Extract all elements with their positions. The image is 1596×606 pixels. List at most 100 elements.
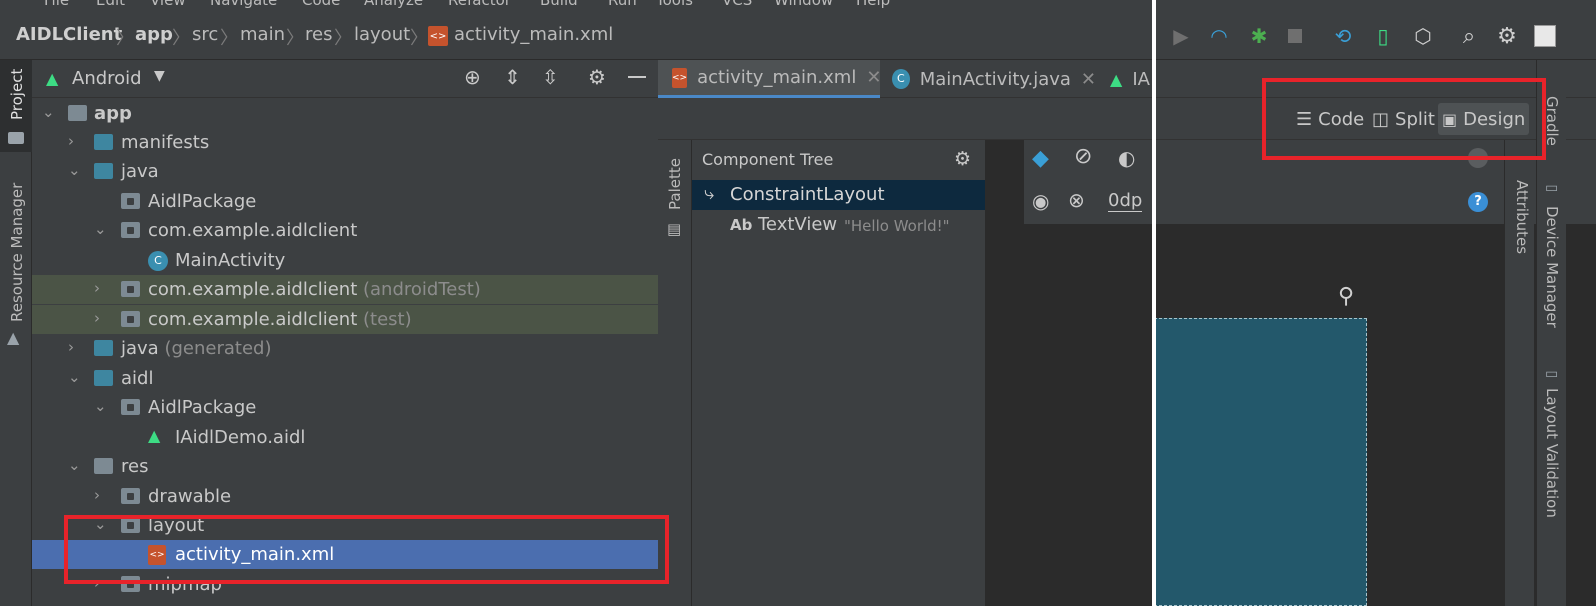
chevron-right-icon[interactable]: › [94, 279, 100, 297]
device-manager-tab[interactable]: Device Manager [1543, 206, 1561, 328]
chevron-down-icon[interactable]: ⌄ [68, 368, 81, 386]
settings-gear-icon[interactable]: ⚙ [954, 148, 971, 170]
breadcrumb-main[interactable]: main [240, 24, 285, 45]
profiler-icon[interactable]: ◠ [1206, 24, 1232, 48]
menu-build[interactable]: Build [540, 0, 578, 9]
chevron-down-icon[interactable]: ⌄ [68, 161, 81, 179]
tree-row-drawable[interactable]: › drawable [32, 482, 658, 511]
tree-label: IAidlDemo.aidl [175, 427, 306, 448]
collapse-all-icon[interactable]: ⇳ [542, 65, 559, 89]
tree-row-package-test[interactable]: › com.example.aidlclient (test) [32, 305, 658, 334]
menu-file[interactable]: File [44, 0, 69, 9]
layout-preview-screen[interactable] [1154, 318, 1367, 606]
constraint-layout-icon: ⤷ [704, 183, 715, 204]
tree-item-constraintlayout[interactable]: ⤷ ConstraintLayout [692, 180, 985, 210]
eye-icon[interactable]: ◉ [1032, 189, 1049, 213]
attributes-tab[interactable]: Attributes [1513, 180, 1531, 254]
night-mode-icon[interactable]: ◐ [1118, 146, 1135, 170]
resource-manager-tab[interactable]: Resource Manager [8, 183, 26, 322]
magnet-off-icon[interactable]: ⊗ [1068, 188, 1085, 212]
account-avatar-icon[interactable] [1532, 24, 1558, 48]
chevron-right-icon: 〉 [286, 28, 304, 49]
layout-validation-icon: ▭ [1545, 366, 1559, 382]
breadcrumb-res[interactable]: res [305, 24, 332, 45]
tree-label: com.example.aidlclient (test) [148, 309, 412, 330]
resource-folder-icon [94, 458, 113, 474]
tree-row-app[interactable]: ⌄ app [32, 99, 658, 128]
orientation-icon[interactable]: ⊘ [1074, 144, 1092, 169]
locate-target-icon[interactable]: ⊕ [464, 65, 481, 89]
tree-row-aidl-package[interactable]: ⌄ AidlPackage [32, 393, 658, 422]
menu-window[interactable]: Window [774, 0, 833, 9]
breadcrumb-app[interactable]: app [135, 24, 173, 45]
chevron-right-icon[interactable]: › [94, 309, 100, 327]
settings-gear-icon[interactable]: ⚙ [1494, 24, 1520, 49]
chevron-down-icon[interactable]: ⌄ [94, 397, 107, 415]
tree-row-aidlpackage[interactable]: AidlPackage [32, 187, 658, 216]
tree-row-java-generated[interactable]: › java (generated) [32, 334, 658, 363]
sync-gradle-icon[interactable]: ⟲ [1330, 24, 1356, 48]
tree-row-res[interactable]: ⌄ res [32, 452, 658, 481]
textview-icon: Ab [730, 216, 753, 234]
tab-label: IA [1132, 68, 1150, 90]
tab-activity-main-xml[interactable]: <> activity_main.xml ✕ [658, 60, 881, 98]
help-icon[interactable]: ? [1468, 192, 1488, 212]
menu-view[interactable]: View [150, 0, 186, 9]
tree-item-textview[interactable]: Ab TextView "Hello World!" [692, 210, 985, 240]
stop-icon[interactable] [1282, 24, 1308, 48]
avd-manager-icon[interactable]: ▯ [1370, 24, 1396, 48]
menu-help[interactable]: Help [856, 0, 890, 9]
tab-iaidldemo[interactable]: ▲ IA [1098, 60, 1158, 98]
chevron-down-icon[interactable]: ⌄ [94, 220, 107, 238]
breadcrumb-project[interactable]: AIDLClient [16, 24, 122, 45]
breadcrumb-src[interactable]: src [192, 24, 218, 45]
layout-validation-tab[interactable]: Layout Validation [1543, 388, 1561, 518]
menu-edit[interactable]: Edit [96, 0, 125, 9]
layers-icon[interactable]: ◆ [1032, 146, 1049, 171]
chevron-down-icon[interactable]: ⌄ [68, 456, 81, 474]
tab-mainactivity-java[interactable]: C MainActivity.java ✕ [880, 60, 1096, 98]
tree-label: app [94, 103, 132, 124]
tree-row-java[interactable]: ⌄ java [32, 157, 658, 186]
class-icon: C [892, 69, 910, 89]
view-selector[interactable]: Android [72, 68, 142, 89]
palette-tab[interactable]: Palette [666, 158, 684, 210]
xml-file-icon: <> [428, 26, 448, 46]
tree-row-package-androidtest[interactable]: › com.example.aidlclient (androidTest) [32, 275, 658, 304]
close-icon[interactable]: ✕ [1081, 69, 1096, 90]
module-folder-icon [68, 105, 87, 121]
chevron-right-icon[interactable]: › [68, 338, 74, 356]
menu-vcs[interactable]: VCS [722, 0, 752, 9]
debug-bug-icon[interactable]: ✱ [1246, 24, 1272, 48]
project-tab-label[interactable]: Project [8, 69, 26, 120]
menu-refactor[interactable]: Refactor [448, 0, 511, 9]
attach-debugger-icon[interactable]: ▶ [1168, 24, 1194, 48]
sdk-manager-icon[interactable]: ⬡ [1410, 24, 1436, 48]
tree-row-mainactivity[interactable]: C MainActivity [32, 246, 658, 275]
menu-navigate[interactable]: Navigate [210, 0, 277, 9]
tree-row-iaidldemo[interactable]: ▲ IAidlDemo.aidl [32, 423, 658, 452]
menu-analyze[interactable]: Analyze [364, 0, 423, 9]
menu-code[interactable]: Code [302, 0, 340, 9]
tree-row-package[interactable]: ⌄ com.example.aidlclient [32, 216, 658, 245]
chevron-down-icon[interactable]: ⌄ [42, 103, 55, 121]
settings-gear-icon[interactable]: ⚙ [588, 65, 606, 89]
chevron-right-icon[interactable]: › [94, 486, 100, 504]
expand-all-icon[interactable]: ⇕ [504, 65, 521, 89]
tree-row-manifests[interactable]: › manifests [32, 128, 658, 157]
minimize-icon[interactable] [628, 76, 646, 78]
tree-label: drawable [148, 486, 232, 507]
package-icon [121, 281, 140, 297]
tree-row-aidl[interactable]: ⌄ aidl [32, 364, 658, 393]
chevron-right-icon[interactable]: › [68, 132, 74, 150]
default-margin-value[interactable]: 0dp [1108, 190, 1143, 212]
breadcrumb-layout[interactable]: layout [354, 24, 410, 45]
project-panel-header: ▲ Android ▼ ⊕ ⇕ ⇳ ⚙ [32, 60, 658, 98]
tree-label: com.example.aidlclient [148, 220, 358, 241]
breadcrumb-file[interactable]: activity_main.xml [454, 24, 613, 45]
wrench-icon[interactable]: ⚲ [1338, 284, 1354, 309]
menu-tools[interactable]: Tools [656, 0, 693, 9]
search-icon[interactable]: ⌕ [1456, 24, 1482, 49]
chevron-down-icon[interactable]: ▼ [154, 68, 165, 84]
menu-run[interactable]: Run [608, 0, 637, 9]
